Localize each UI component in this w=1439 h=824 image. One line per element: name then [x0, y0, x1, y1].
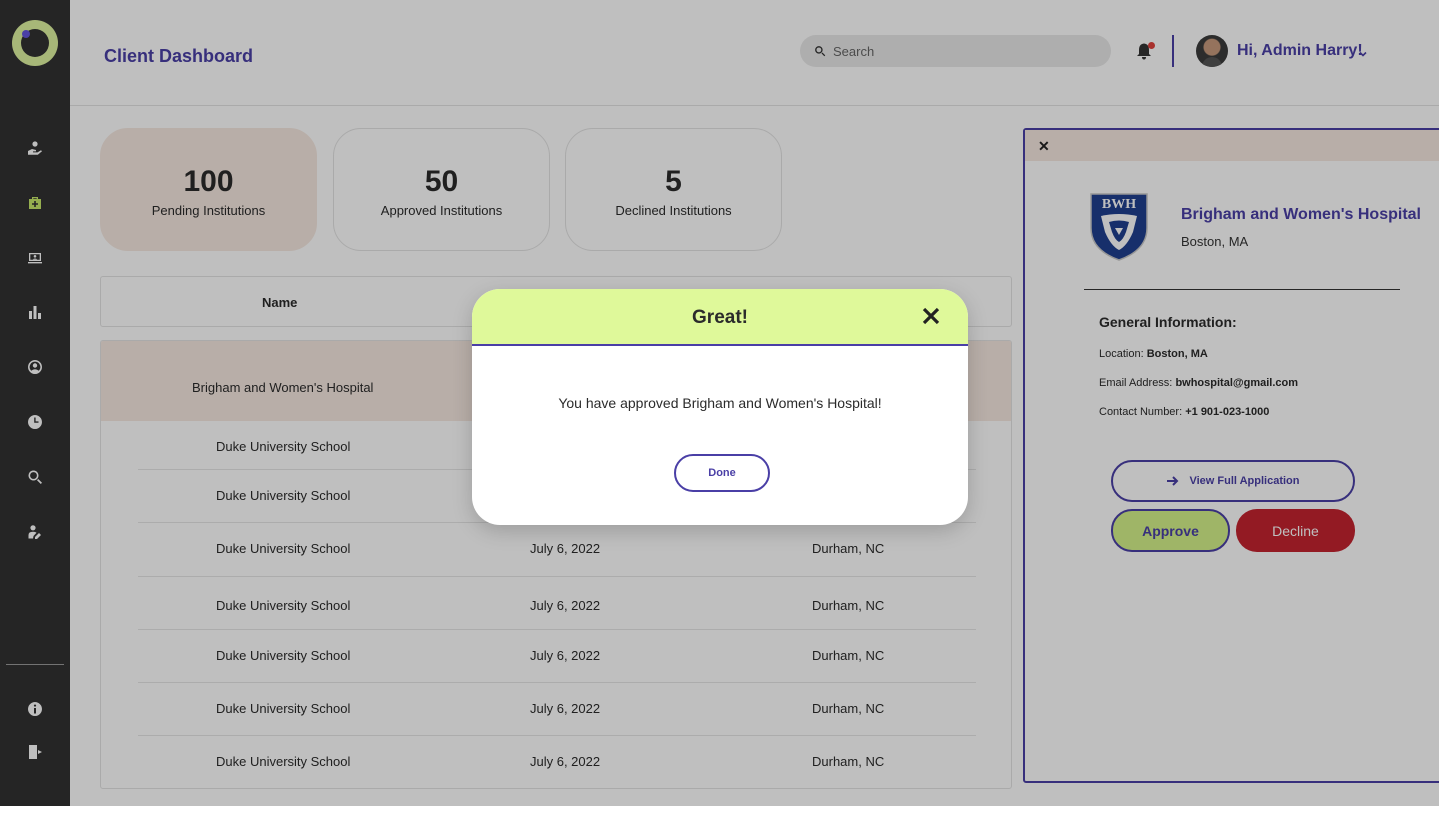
modal-header: Great! [472, 289, 968, 346]
app-window: Client Dashboard Hi, Admin Harry! 100 Pe… [0, 0, 1439, 806]
logo-dot [22, 30, 30, 38]
done-button[interactable]: Done [674, 454, 770, 492]
modal-message: You have approved Brigham and Women's Ho… [558, 395, 882, 411]
modal-title: Great! [692, 307, 748, 328]
close-icon[interactable] [922, 307, 942, 327]
success-modal: Great! You have approved Brigham and Wom… [472, 289, 968, 525]
